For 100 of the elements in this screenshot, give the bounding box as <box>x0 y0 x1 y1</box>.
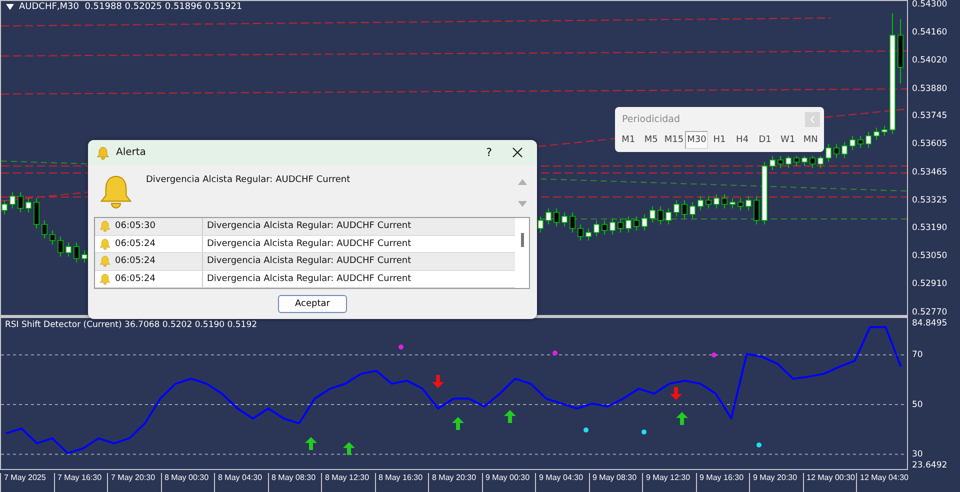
timeframe-button[interactable]: M15 <box>662 131 686 149</box>
indicator-axis-label: 50 <box>912 400 923 410</box>
bell-icon <box>98 173 134 209</box>
price-label: 0.53325 <box>912 196 948 206</box>
alert-row-message: Divergencia Alcista Regular: AUDCHF Current <box>206 274 412 284</box>
candle <box>850 135 856 150</box>
price-label: 0.53605 <box>912 139 948 150</box>
candle <box>834 143 840 158</box>
price-label: 0.53745 <box>912 111 948 122</box>
bell-icon <box>99 255 111 268</box>
candle <box>610 218 616 235</box>
dot-marker <box>584 428 588 432</box>
candle <box>826 143 832 163</box>
price-label: 0.52910 <box>912 279 948 290</box>
indicator-title: RSI Shift Detector (Current) 36.7068 0.5202 0.5190 0.5192 <box>5 320 258 330</box>
candle <box>874 127 880 140</box>
candle <box>570 212 576 233</box>
candle <box>554 208 560 227</box>
dot-marker <box>642 430 646 434</box>
candle <box>778 155 784 169</box>
alert-row-message: Divergencia Alcista Regular: AUDCHF Current <box>206 256 412 266</box>
candle <box>690 202 696 219</box>
close-icon <box>512 147 523 158</box>
down-arrow-icon <box>432 375 444 388</box>
candle <box>786 155 792 169</box>
candle <box>674 200 680 217</box>
timeframe-button[interactable]: W1 <box>776 131 800 149</box>
candle <box>746 196 752 211</box>
candle <box>650 206 656 223</box>
up-arrow-icon <box>676 412 688 425</box>
scrollbar-thumb[interactable] <box>520 233 524 247</box>
timeframe-button[interactable]: D1 <box>754 131 776 149</box>
price-label: 0.52770 <box>912 307 948 318</box>
candle <box>58 236 64 258</box>
candle <box>842 141 848 158</box>
alert-time: 06:05:24 <box>115 238 156 249</box>
time-label: 9 May 12:30 <box>642 473 696 492</box>
candle <box>18 192 24 213</box>
candle <box>882 125 888 136</box>
time-label: 7 May 16:30 <box>54 473 107 492</box>
timeframe-button[interactable]: M30 <box>685 131 708 149</box>
bell-icon <box>99 238 111 250</box>
price-label: 0.53880 <box>912 84 948 94</box>
chevron-icon <box>810 116 815 123</box>
candle <box>898 18 904 84</box>
dropdown-icon[interactable] <box>6 4 14 10</box>
timeframe-button[interactable]: M5 <box>640 131 663 149</box>
timeframe-button[interactable]: H4 <box>730 131 754 149</box>
dot-marker <box>552 350 558 356</box>
candle <box>586 228 592 242</box>
candle <box>34 198 40 229</box>
time-label: 9 May 04:30 <box>535 473 588 492</box>
time-label: 12 May 00:30 <box>802 473 856 492</box>
time-label: 9 May 20:30 <box>749 473 802 492</box>
time-label: 9 May 08:30 <box>588 473 642 492</box>
help-button[interactable]: ? <box>476 145 502 160</box>
time-label: 8 May 12:30 <box>321 473 374 492</box>
candle <box>594 220 600 237</box>
alert-row-message: Divergencia Alcista Regular: AUDCHF Current <box>206 238 412 249</box>
up-arrow-icon <box>343 442 355 455</box>
candle <box>82 250 88 264</box>
candle <box>538 216 544 233</box>
candle <box>714 194 720 209</box>
candle <box>642 214 648 231</box>
candle <box>698 196 704 211</box>
time-label: 12 May 04:30 <box>856 473 910 492</box>
candle <box>866 131 872 148</box>
price-label: 0.54160 <box>912 28 948 38</box>
candle <box>770 155 776 171</box>
candle <box>730 198 736 209</box>
candle <box>810 155 816 169</box>
candle <box>626 216 632 233</box>
timeframe-button[interactable]: MN <box>799 131 822 149</box>
accept-button[interactable]: Aceptar <box>278 295 347 313</box>
candle <box>634 216 640 231</box>
panel-title: Periodicidad <box>622 114 680 125</box>
up-arrow-icon <box>452 417 464 430</box>
bell-icon <box>96 146 110 160</box>
dialog-title: Alerta <box>116 147 147 158</box>
time-label: 9 May 16:30 <box>696 473 749 492</box>
candle <box>762 162 768 225</box>
dot-marker <box>398 344 404 350</box>
time-label: 8 May 16:30 <box>374 473 428 492</box>
candle <box>74 242 80 264</box>
timeframe-button[interactable]: H1 <box>708 131 731 149</box>
candle <box>794 155 800 167</box>
candle <box>802 155 808 167</box>
time-label: 9 May 00:30 <box>482 473 535 492</box>
time-label: 8 May 00:30 <box>160 473 214 492</box>
candle <box>754 196 760 225</box>
bell-icon <box>99 220 111 232</box>
candle <box>50 230 56 246</box>
indicator-axis-label: 30 <box>912 450 923 460</box>
candle <box>618 218 624 233</box>
price-label: 0.53050 <box>912 250 948 261</box>
candle <box>10 192 16 209</box>
timeframe-button[interactable]: M1 <box>617 131 640 149</box>
candle <box>66 242 72 258</box>
price-label: 0.53190 <box>912 222 948 233</box>
time-label: 8 May 08:30 <box>268 473 321 492</box>
